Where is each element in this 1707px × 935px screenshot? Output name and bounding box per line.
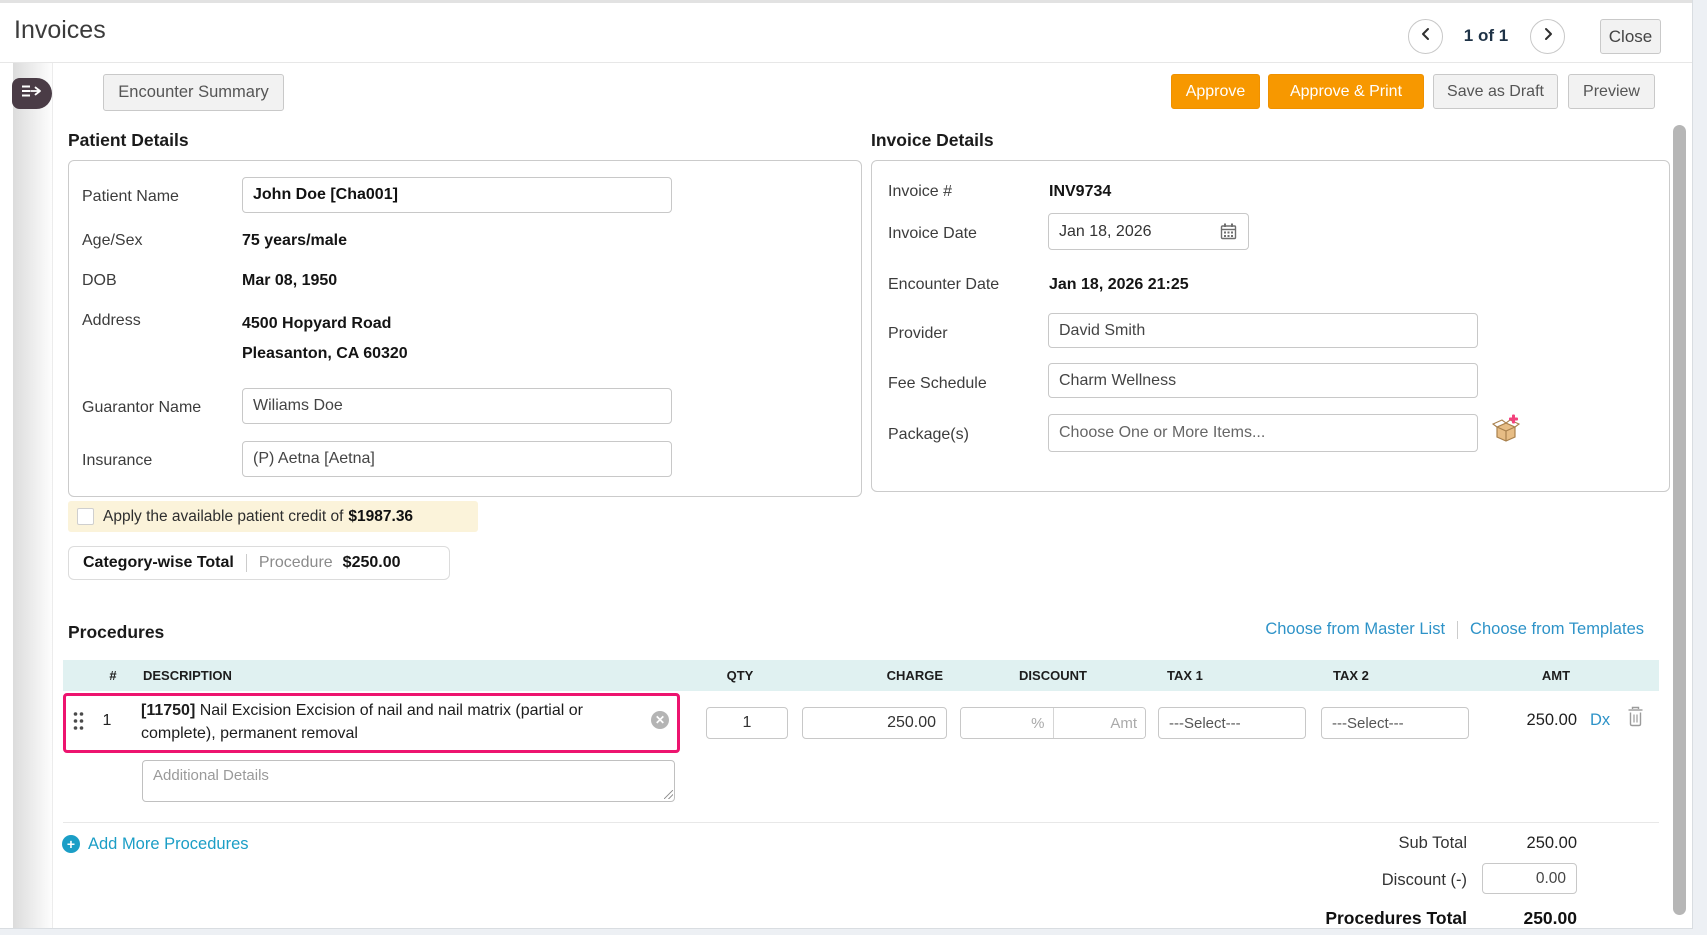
vertical-scrollbar[interactable] — [1673, 125, 1686, 915]
col-qty: QTY — [700, 668, 780, 683]
prev-invoice-button[interactable] — [1408, 19, 1443, 54]
drag-handle-icon[interactable] — [72, 710, 85, 737]
close-button[interactable]: Close — [1600, 19, 1661, 54]
encounter-date-value: Jan 18, 2026 21:25 — [1049, 276, 1189, 294]
top-edge-band — [0, 0, 1692, 3]
add-procedure-plus-icon[interactable]: + — [62, 835, 80, 853]
procedures-total-label: Procedures Total — [1230, 908, 1467, 929]
footer-divider — [63, 822, 1659, 823]
col-amt: AMT — [1516, 668, 1596, 683]
approve-button[interactable]: Approve — [1171, 74, 1260, 109]
insurance-label: Insurance — [82, 452, 152, 470]
col-charge: CHARGE — [847, 668, 943, 683]
col-description: DESCRIPTION — [143, 668, 232, 683]
charge-input[interactable] — [802, 707, 947, 739]
procedure-row-number: 1 — [96, 712, 118, 730]
fee-schedule-label: Fee Schedule — [888, 375, 987, 393]
calendar-icon[interactable] — [1219, 222, 1238, 241]
dx-link[interactable]: Dx — [1590, 711, 1610, 730]
category-total-box: Category-wise Total Procedure $250.00 — [68, 546, 450, 580]
amt-value: 250.00 — [1480, 711, 1577, 730]
next-invoice-button[interactable] — [1530, 19, 1565, 54]
category-total-category: Procedure — [259, 554, 333, 572]
address-line1: 4500 Hopyard Road — [242, 315, 391, 333]
encounter-summary-button[interactable]: Encounter Summary — [103, 74, 284, 111]
add-package-icon[interactable] — [1492, 414, 1520, 449]
packages-field[interactable] — [1048, 414, 1478, 452]
save-as-draft-button[interactable]: Save as Draft — [1433, 74, 1558, 109]
delete-procedure-icon[interactable] — [1626, 706, 1645, 732]
preview-button[interactable]: Preview — [1568, 74, 1655, 109]
invoice-number-label: Invoice # — [888, 183, 952, 201]
address-line2: Pleasanton, CA 60320 — [242, 345, 408, 363]
invoice-details-heading: Invoice Details — [871, 130, 994, 151]
age-sex-value: 75 years/male — [242, 232, 347, 250]
header-divider — [0, 62, 1692, 63]
patient-details-heading: Patient Details — [68, 130, 189, 151]
encounter-date-label: Encounter Date — [888, 276, 999, 294]
guarantor-name-field[interactable] — [242, 388, 672, 424]
invoice-date-field[interactable]: Jan 18, 2026 — [1048, 213, 1249, 250]
chevron-right-icon — [1540, 26, 1556, 47]
links-divider — [1457, 621, 1458, 639]
col-tax1: TAX 1 — [1167, 668, 1203, 683]
category-total-title: Category-wise Total — [83, 554, 234, 572]
textarea-resize-handle[interactable] — [664, 790, 673, 799]
col-discount: DISCOUNT — [1003, 668, 1103, 683]
clear-procedure-icon[interactable]: ✕ — [651, 711, 669, 729]
discount-total-input[interactable] — [1482, 863, 1577, 894]
patient-credit-text: Apply the available patient credit of — [103, 508, 343, 526]
invoice-modal: Invoices 1 of 1 Close Encounter Summary … — [0, 0, 1693, 929]
patient-name-field[interactable] — [242, 177, 672, 213]
choose-templates-link[interactable]: Choose from Templates — [1470, 620, 1644, 639]
procedure-description-text: Nail Excision Excision of nail and nail … — [141, 702, 583, 742]
menu-arrow-icon — [20, 83, 44, 104]
tax2-select[interactable]: ---Select--- — [1321, 707, 1469, 739]
invoice-date-value: Jan 18, 2026 — [1059, 223, 1152, 241]
discount-total-label: Discount (-) — [1290, 871, 1467, 890]
address-label: Address — [82, 312, 141, 330]
sub-total-value: 250.00 — [1480, 834, 1577, 853]
collapsed-sidebar-strip — [13, 63, 53, 928]
invoice-date-label: Invoice Date — [888, 225, 977, 243]
procedures-links: Choose from Master List Choose from Temp… — [1265, 620, 1644, 639]
sub-total-label: Sub Total — [1290, 834, 1467, 853]
patient-credit-amount: $1987.36 — [348, 508, 413, 526]
invoice-number-value: INV9734 — [1049, 183, 1111, 201]
fee-schedule-field[interactable] — [1048, 363, 1478, 398]
provider-label: Provider — [888, 325, 948, 343]
col-tax2: TAX 2 — [1333, 668, 1369, 683]
additional-details-textarea[interactable] — [142, 760, 675, 802]
guarantor-label: Guarantor Name — [82, 399, 201, 417]
chevron-left-icon — [1418, 26, 1434, 47]
provider-field[interactable] — [1048, 313, 1478, 348]
packages-label: Package(s) — [888, 426, 969, 444]
patient-credit-checkbox[interactable] — [77, 508, 94, 525]
page-title: Invoices — [14, 16, 106, 45]
dob-label: DOB — [82, 272, 117, 290]
procedure-code: [11750] — [141, 702, 195, 719]
dob-value: Mar 08, 1950 — [242, 272, 337, 290]
col-num: # — [104, 668, 122, 683]
age-sex-label: Age/Sex — [82, 232, 142, 250]
discount-amount-input[interactable] — [1054, 708, 1146, 738]
insurance-field[interactable] — [242, 441, 672, 477]
add-more-procedures-link[interactable]: Add More Procedures — [88, 835, 249, 854]
tax1-select[interactable]: ---Select--- — [1158, 707, 1306, 739]
discount-group — [960, 707, 1146, 739]
choose-master-list-link[interactable]: Choose from Master List — [1265, 620, 1445, 639]
procedures-total-value: 250.00 — [1480, 908, 1577, 929]
category-total-divider — [246, 554, 247, 572]
discount-percent-input[interactable] — [961, 708, 1053, 738]
expand-sidebar-button[interactable] — [12, 78, 52, 109]
procedures-heading: Procedures — [68, 622, 164, 643]
procedure-description[interactable]: [11750] Nail Excision Excision of nail a… — [141, 700, 611, 745]
pagination-indicator: 1 of 1 — [1447, 26, 1525, 46]
qty-input[interactable] — [706, 707, 788, 739]
approve-print-button[interactable]: Approve & Print — [1268, 74, 1424, 109]
category-total-amount: $250.00 — [343, 554, 401, 572]
patient-credit-bar: Apply the available patient credit of $1… — [68, 501, 478, 532]
patient-name-label: Patient Name — [82, 188, 179, 206]
